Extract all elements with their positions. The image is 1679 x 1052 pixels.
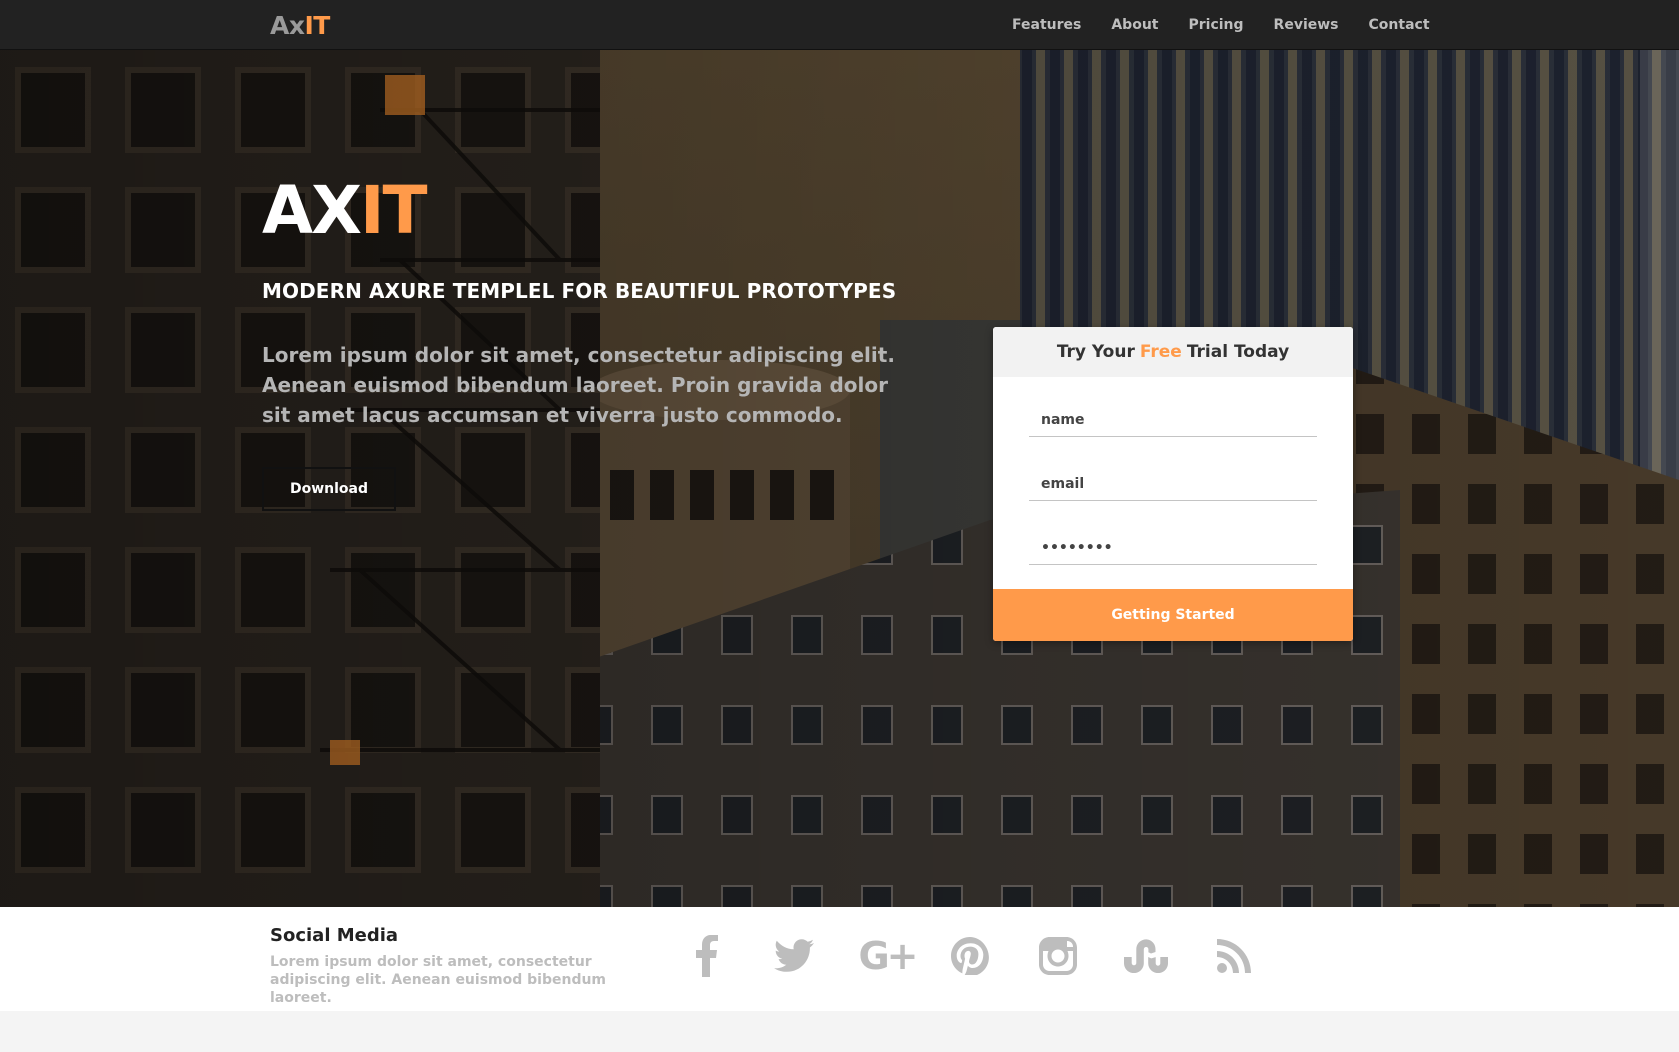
signup-card: Try Your Free Trial Today Getting Starte… [993, 327, 1353, 641]
stumbleupon-icon[interactable] [1116, 929, 1176, 983]
nav-link-pricing[interactable]: Pricing [1188, 17, 1243, 33]
instagram-icon[interactable] [1028, 929, 1088, 983]
nav-links: Features About Pricing Reviews Contact [1012, 0, 1430, 50]
email-input[interactable] [1041, 476, 1317, 492]
footer-strip [0, 1011, 1679, 1052]
name-input[interactable] [1041, 412, 1317, 428]
google-plus-glyph: G+ [858, 934, 918, 978]
password-field [1029, 525, 1317, 565]
top-navbar: AxIT Features About Pricing Reviews Cont… [0, 0, 1679, 50]
hero-overlay [0, 50, 1679, 907]
facebook-icon[interactable] [676, 929, 736, 983]
name-field [1029, 397, 1317, 437]
nav-link-reviews[interactable]: Reviews [1274, 17, 1339, 33]
hero-description: Lorem ipsum dolor sit amet, consectetur … [262, 343, 895, 427]
nav-link-about[interactable]: About [1111, 17, 1158, 33]
social-media-section: Social Media Lorem ipsum dolor sit amet,… [0, 907, 1679, 1011]
hero-logo: AXIT [262, 178, 428, 244]
hero-logo-part1: AX [262, 172, 362, 249]
hero-tagline: MODERN AXURE TEMPLEL FOR BEAUTIFUL PROTO… [262, 279, 897, 303]
signup-title-after: Trial Today [1186, 342, 1290, 362]
hero-section: AXIT MODERN AXURE TEMPLEL FOR BEAUTIFUL … [0, 50, 1679, 907]
nav-logo-part1: Ax [270, 11, 305, 40]
signup-card-title: Try Your Free Trial Today [993, 327, 1353, 377]
signup-title-highlight: Free [1139, 342, 1182, 362]
signup-title-before: Try Your [1056, 342, 1135, 362]
download-button[interactable]: Download [262, 467, 396, 511]
getting-started-button[interactable]: Getting Started [993, 589, 1353, 641]
email-field [1029, 461, 1317, 501]
pinterest-icon[interactable] [940, 929, 1000, 983]
nav-link-contact[interactable]: Contact [1369, 17, 1430, 33]
nav-link-features[interactable]: Features [1012, 17, 1081, 33]
social-description: Lorem ipsum dolor sit amet, consectetur … [270, 954, 607, 1006]
social-title: Social Media [270, 925, 399, 946]
google-plus-icon[interactable]: G+ [852, 929, 922, 983]
rss-icon[interactable] [1204, 929, 1264, 983]
social-icons: G+ [676, 929, 1292, 983]
hero-logo-part2: IT [359, 172, 428, 249]
nav-logo[interactable]: AxIT [270, 11, 330, 40]
password-input[interactable] [1041, 540, 1317, 556]
twitter-icon[interactable] [764, 929, 824, 983]
nav-logo-part2: IT [304, 11, 330, 40]
